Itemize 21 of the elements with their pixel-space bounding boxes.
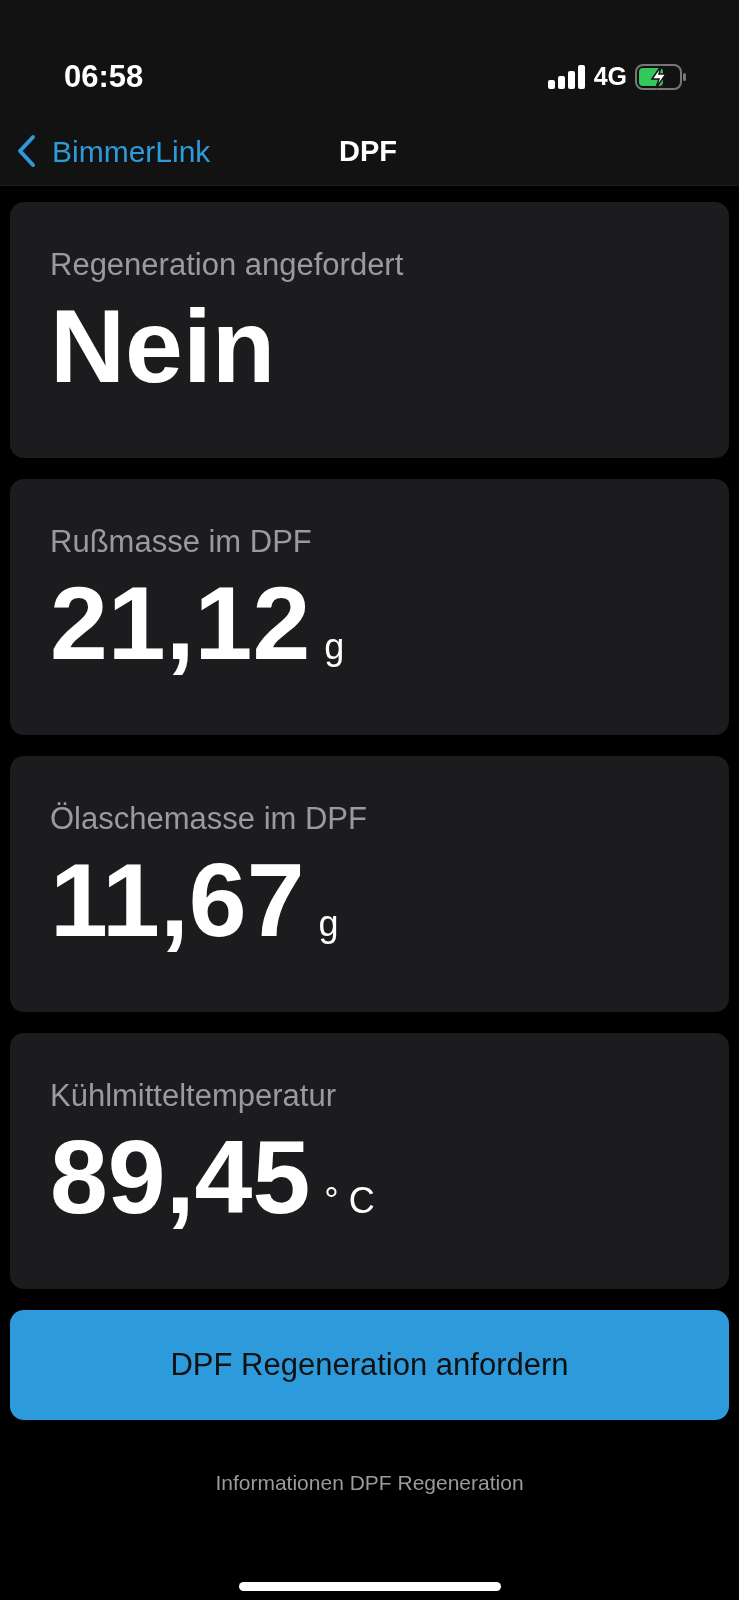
back-button[interactable]: BimmerLink <box>0 128 211 174</box>
card-label: Rußmasse im DPF <box>50 523 313 561</box>
card-label: Regeneration angefordert <box>50 246 405 284</box>
unit-label: g <box>318 901 339 946</box>
nav-title: DPF <box>339 134 397 169</box>
chevron-left-icon <box>16 134 36 168</box>
home-indicator[interactable] <box>238 1581 501 1591</box>
unit-label: ° C <box>324 1178 375 1223</box>
network-label: 4G <box>593 61 627 93</box>
info-link[interactable]: Informationen DPF Regeneration <box>215 1471 524 1494</box>
signal-icon <box>547 65 586 89</box>
card-value: 11,67 <box>50 842 305 957</box>
unit-label: g <box>324 624 345 669</box>
card-value: Nein <box>50 288 276 403</box>
card-value: 21,12 <box>50 565 311 680</box>
card-label: Kühlmitteltemperatur <box>50 1077 337 1115</box>
battery-charging-icon <box>635 64 687 90</box>
status-time: 06:58 <box>64 57 144 96</box>
regeneration-button[interactable]: DPF Regeneration anfordern <box>10 1310 729 1420</box>
card-label: Ölaschemasse im DPF <box>50 800 368 838</box>
card-value: 89,45 <box>50 1119 311 1234</box>
